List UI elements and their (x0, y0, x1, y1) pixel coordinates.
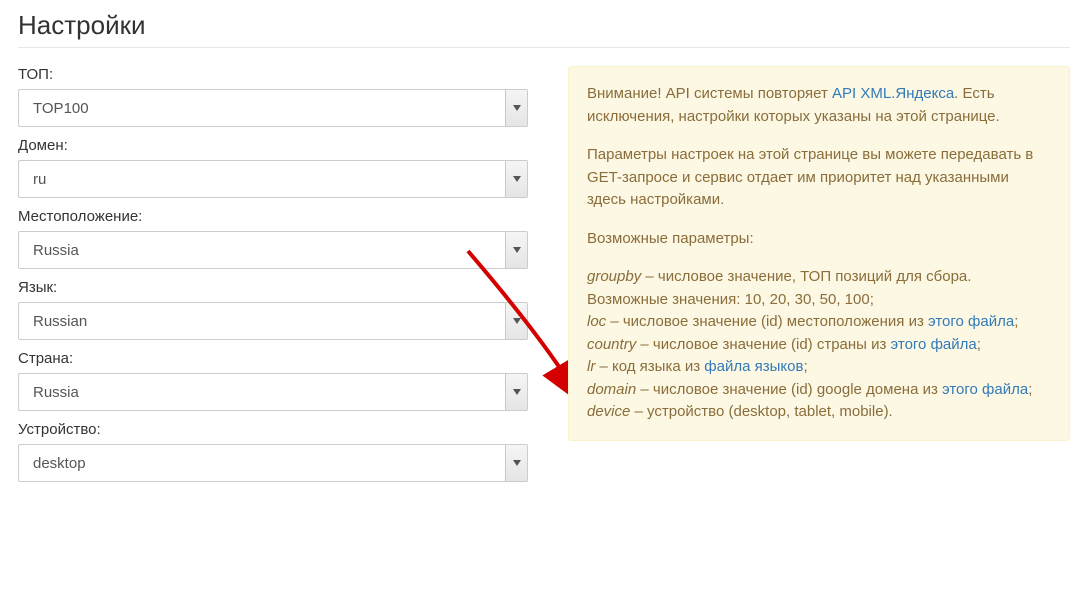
page-title: Настройки (18, 10, 1070, 41)
select-device-value: desktop (19, 455, 505, 472)
field-top: ТОП: TOP100 (18, 66, 528, 127)
label-country: Страна: (18, 350, 528, 367)
param-text: ; (803, 358, 807, 375)
param-text: – код языка из (595, 358, 704, 375)
chevron-down-icon[interactable] (505, 161, 527, 197)
label-device: Устройство: (18, 421, 528, 438)
label-top: ТОП: (18, 66, 528, 83)
chevron-down-icon[interactable] (505, 90, 527, 126)
param-text: – числовое значение (id) google домена и… (636, 381, 942, 398)
layout-columns: ТОП: TOP100 Домен: ru Местоположение: Ru… (18, 66, 1070, 492)
chevron-down-icon[interactable] (505, 232, 527, 268)
select-domain-value: ru (19, 171, 505, 188)
param-text: – числовое значение (id) местоположения … (606, 313, 928, 330)
chevron-down-icon[interactable] (505, 374, 527, 410)
link-loc-file[interactable]: этого файла (928, 313, 1014, 330)
param-text: ; (1028, 381, 1032, 398)
param-name-device: device (587, 403, 630, 420)
link-lr-file[interactable]: файла языков (704, 358, 803, 375)
field-domain: Домен: ru (18, 137, 528, 198)
param-name-country: country (587, 336, 636, 353)
info-params: groupby – числовое значение, ТОП позиций… (587, 266, 1051, 424)
param-text: – числовое значение, ТОП позиций для сбо… (587, 268, 971, 308)
param-text: – устройство (desktop, tablet, mobile). (630, 403, 892, 420)
info-text: Внимание! API системы повторяет (587, 85, 832, 102)
info-column: Внимание! API системы повторяет API XML.… (568, 66, 1070, 441)
param-text: ; (977, 336, 981, 353)
info-paragraph-3: Возможные параметры: (587, 228, 1051, 251)
param-name-loc: loc (587, 313, 606, 330)
info-paragraph-1: Внимание! API системы повторяет API XML.… (587, 83, 1051, 128)
select-country[interactable]: Russia (18, 373, 528, 411)
select-language-value: Russian (19, 313, 505, 330)
label-language: Язык: (18, 279, 528, 296)
select-top[interactable]: TOP100 (18, 89, 528, 127)
chevron-down-icon[interactable] (505, 445, 527, 481)
link-api-yandex[interactable]: API XML.Яндекса (832, 85, 954, 102)
field-language: Язык: Russian (18, 279, 528, 340)
select-location-value: Russia (19, 242, 505, 259)
field-location: Местоположение: Russia (18, 208, 528, 269)
select-location[interactable]: Russia (18, 231, 528, 269)
param-name-groupby: groupby (587, 268, 641, 285)
info-paragraph-2: Параметры настроек на этой странице вы м… (587, 144, 1051, 212)
settings-form: ТОП: TOP100 Домен: ru Местоположение: Ru… (18, 66, 528, 492)
field-country: Страна: Russia (18, 350, 528, 411)
select-language[interactable]: Russian (18, 302, 528, 340)
select-domain[interactable]: ru (18, 160, 528, 198)
field-device: Устройство: desktop (18, 421, 528, 482)
title-divider (18, 47, 1070, 48)
chevron-down-icon[interactable] (505, 303, 527, 339)
select-device[interactable]: desktop (18, 444, 528, 482)
label-domain: Домен: (18, 137, 528, 154)
param-text: – числовое значение (id) страны из (636, 336, 890, 353)
select-country-value: Russia (19, 384, 505, 401)
label-location: Местоположение: (18, 208, 528, 225)
param-name-domain: domain (587, 381, 636, 398)
param-text: ; (1014, 313, 1018, 330)
link-country-file[interactable]: этого файла (891, 336, 977, 353)
select-top-value: TOP100 (19, 100, 505, 117)
link-domain-file[interactable]: этого файла (942, 381, 1028, 398)
info-box: Внимание! API системы повторяет API XML.… (568, 66, 1070, 441)
